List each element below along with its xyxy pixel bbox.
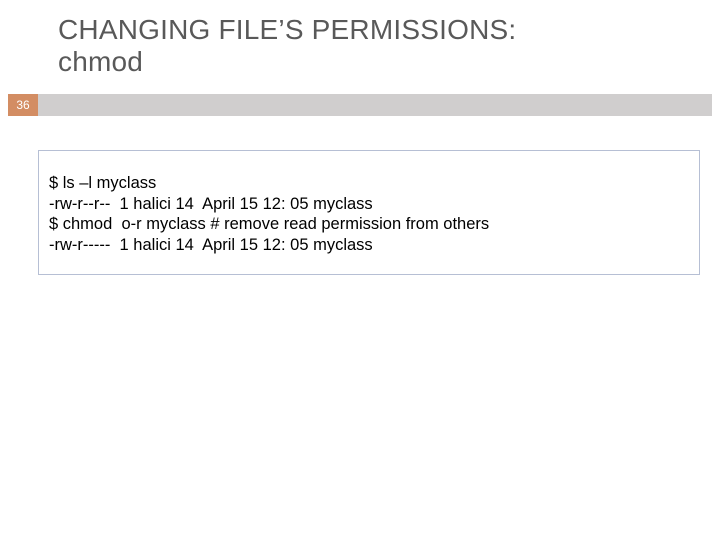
slide: CHANGING FILE’S PERMISSIONS: chmod 36 $ … bbox=[0, 0, 720, 540]
code-box: $ ls –l myclass -rw-r--r-- 1 halici 14 A… bbox=[38, 150, 700, 275]
title-line-1: CHANGING FILE’S PERMISSIONS: bbox=[58, 14, 516, 45]
title-line-2: chmod bbox=[58, 46, 143, 77]
accent-bar bbox=[38, 94, 712, 116]
code-line: $ chmod o-r myclass # remove read permis… bbox=[49, 214, 689, 235]
slide-title: CHANGING FILE’S PERMISSIONS: chmod bbox=[58, 14, 658, 78]
code-line: -rw-r----- 1 halici 14 April 15 12: 05 m… bbox=[49, 235, 689, 256]
code-line: -rw-r--r-- 1 halici 14 April 15 12: 05 m… bbox=[49, 194, 689, 215]
page-number-badge: 36 bbox=[8, 94, 38, 116]
code-line: $ ls –l myclass bbox=[49, 173, 689, 194]
page-number: 36 bbox=[16, 98, 29, 112]
